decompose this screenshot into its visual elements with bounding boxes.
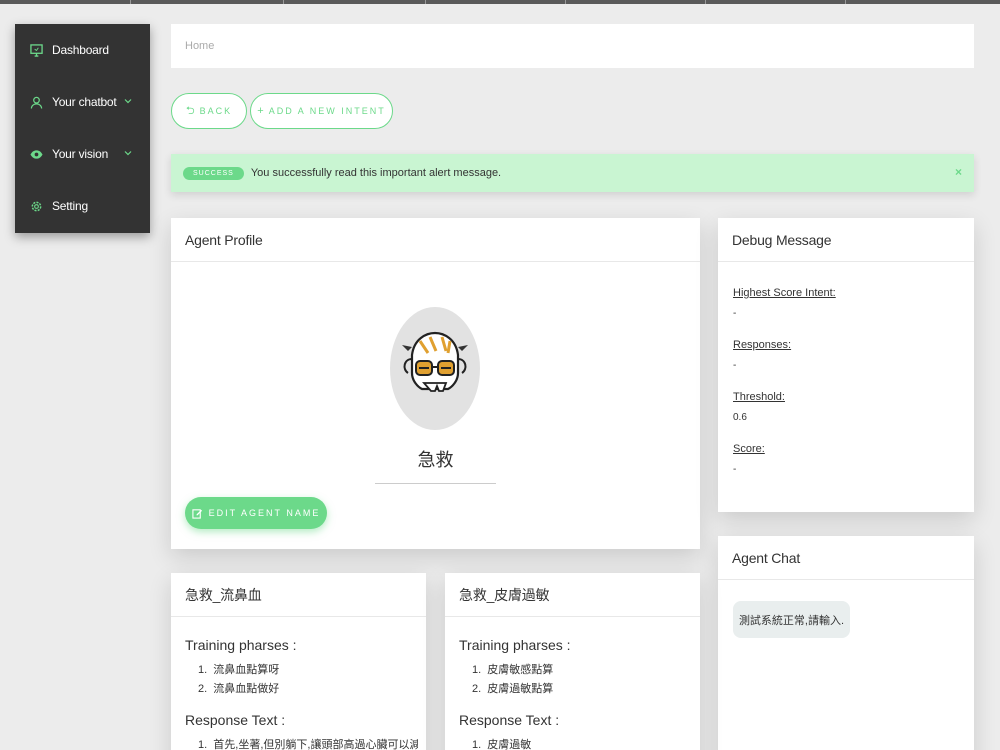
response-text-list: 1. 皮膚過敏 — [472, 736, 531, 750]
training-phrases-label: Training pharses : — [185, 637, 297, 653]
debug-field-threshold: Threshold: 0.6 — [733, 391, 785, 423]
sidebar-item-label: Dashboard — [52, 43, 109, 57]
sidebar: Dashboard Your chatbot Your vision Setti… — [15, 24, 150, 233]
edit-agent-name-button[interactable]: EDIT AGENT NAME — [185, 497, 327, 529]
chat-message-bubble: 測試系統正常,請輸入. — [733, 601, 850, 638]
debug-key: Score: — [733, 443, 765, 455]
top-window-strip — [0, 0, 1000, 4]
response-text-label: Response Text : — [185, 712, 286, 728]
training-phrases-label: Training pharses : — [459, 637, 571, 653]
list-item: 2. 流鼻血點做好 — [198, 683, 280, 695]
debug-value: 0.6 — [733, 412, 747, 423]
debug-value: - — [733, 360, 737, 371]
agent-profile-card: Agent Profile 急救 EDIT AGENT NAME — [171, 218, 700, 549]
sidebar-item-your-vision[interactable]: Your vision — [15, 128, 150, 180]
response-text-label: Response Text : — [459, 712, 560, 728]
debug-key: Threshold: — [733, 391, 785, 403]
sidebar-item-label: Setting — [52, 199, 88, 213]
chevron-down-icon — [124, 99, 132, 104]
agent-avatar-illustration — [402, 331, 468, 392]
list-item: 1. 首先,坐著,但別躺下,讓頭部高過心臟可以減少 — [198, 739, 418, 750]
debug-value: - — [733, 308, 737, 319]
sidebar-item-your-chatbot[interactable]: Your chatbot — [15, 76, 150, 128]
list-item: 2. 皮膚過敏點算 — [472, 683, 554, 695]
debug-message-title: Debug Message — [718, 218, 974, 262]
success-badge: SUCCESS — [183, 166, 244, 180]
debug-field-highest-score-intent: Highest Score Intent: - — [733, 287, 836, 319]
back-button-label: BACK — [199, 106, 233, 116]
agent-avatar — [390, 307, 480, 430]
breadcrumb-home[interactable]: Home — [185, 40, 214, 52]
list-item: 1. 皮膚過敏 — [472, 739, 532, 750]
edit-icon — [192, 508, 202, 519]
list-item: 1. 流鼻血點算呀 — [198, 664, 280, 676]
debug-message-card: Debug Message Highest Score Intent: - Re… — [718, 218, 974, 512]
list-item: 1. 皮膚敏感點算 — [472, 664, 554, 676]
sidebar-item-label: Your chatbot — [52, 95, 117, 109]
debug-value: - — [733, 464, 737, 475]
debug-field-responses: Responses: - — [733, 339, 791, 371]
agent-name: 急救 — [417, 450, 454, 470]
response-text-list: 1. 首先,坐著,但別躺下,讓頭部高過心臟可以減少 — [198, 736, 418, 750]
monitor-icon — [30, 43, 43, 57]
agent-name-underline — [375, 483, 496, 484]
add-intent-button-label: ADD A NEW INTENT — [268, 106, 386, 116]
back-button[interactable]: ⮌ BACK — [171, 93, 247, 129]
intent-title: 急救_皮膚過敏 — [445, 573, 700, 617]
add-intent-button[interactable]: + ADD A NEW INTENT — [250, 93, 393, 129]
agent-chat-card: Agent Chat 測試系統正常,請輸入. — [718, 536, 974, 750]
debug-key: Highest Score Intent: — [733, 287, 836, 299]
edit-agent-name-label: EDIT AGENT NAME — [208, 508, 321, 518]
back-arrow-icon: ⮌ — [185, 104, 195, 117]
gear-icon — [31, 201, 42, 211]
eye-icon — [30, 149, 43, 159]
sidebar-item-dashboard[interactable]: Dashboard — [15, 24, 150, 76]
intent-card[interactable]: 急救_流鼻血 Training pharses : 1. 流鼻血點算呀 2. 流… — [171, 573, 426, 750]
chevron-down-icon — [124, 151, 132, 156]
intent-card[interactable]: 急救_皮膚過敏 Training pharses : 1. 皮膚敏感點算 2. … — [445, 573, 700, 750]
alert-message: You successfully read this important ale… — [250, 167, 502, 179]
sidebar-item-label: Your vision — [52, 147, 109, 161]
agent-chat-title: Agent Chat — [718, 536, 974, 580]
plus-icon: + — [257, 105, 264, 117]
debug-field-score: Score: - — [733, 443, 765, 475]
agent-profile-title: Agent Profile — [171, 218, 700, 262]
intent-title: 急救_流鼻血 — [171, 573, 426, 617]
debug-key: Responses: — [733, 339, 792, 351]
training-phrases-list: 1. 流鼻血點算呀 2. 流鼻血點做好 — [198, 661, 279, 699]
user-icon — [30, 96, 43, 109]
success-alert: SUCCESS You successfully read this impor… — [171, 154, 974, 192]
breadcrumb: Home — [171, 24, 974, 68]
close-icon[interactable]: × — [955, 165, 962, 179]
training-phrases-list: 1. 皮膚敏感點算 2. 皮膚過敏點算 — [472, 661, 553, 699]
sidebar-item-setting[interactable]: Setting — [15, 180, 150, 232]
